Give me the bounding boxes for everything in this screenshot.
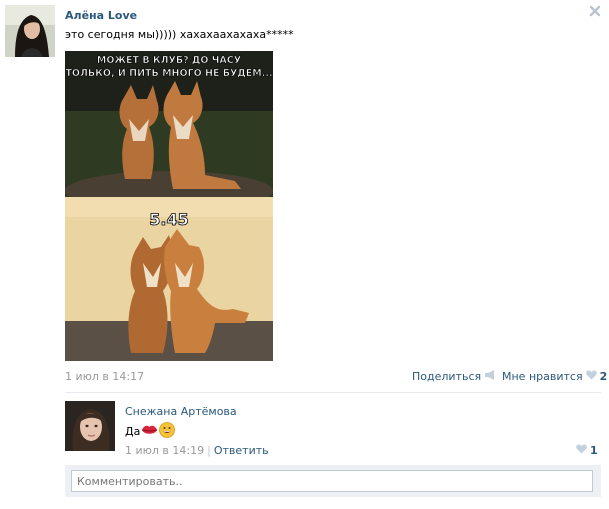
comment-text: Да [125, 422, 176, 441]
post-date[interactable]: 1 июл в 14:17 [65, 370, 144, 383]
comment-date[interactable]: 1 июл в 14:19 [125, 444, 204, 457]
divider [65, 392, 601, 393]
comment-author-avatar[interactable] [65, 401, 115, 451]
meme-top-caption-line2: ТОЛЬКО, И ПИТЬ МНОГО НЕ БУДЕМ... [65, 68, 272, 79]
comment-like-button[interactable]: 1 [576, 444, 598, 457]
comment-like-count: 1 [590, 444, 598, 457]
heart-icon [576, 444, 587, 457]
comment-meta: 1 июл в 14:19 | Ответить [125, 444, 269, 457]
like-label: Мне нравится [502, 370, 583, 383]
comment-meta-separator: | [207, 444, 211, 457]
meme-bottom-caption: 5.45 [149, 210, 188, 229]
close-icon[interactable] [588, 4, 602, 18]
post-text: это сегодня мы))))) хахахаахахаха***** [65, 28, 294, 41]
comment-input[interactable] [71, 470, 593, 492]
megaphone-icon [484, 370, 496, 383]
kiss-lips-icon [141, 423, 158, 440]
comment-text-label: Да [125, 425, 141, 438]
post-author-name[interactable]: Алёна Love [65, 9, 137, 22]
comment-box [65, 465, 601, 497]
grin-icon [159, 422, 176, 441]
like-count: 2 [599, 370, 608, 383]
share-label: Поделиться [412, 370, 482, 383]
reply-button[interactable]: Ответить [214, 444, 269, 457]
like-button[interactable]: Мне нравится 2 [502, 370, 607, 383]
share-button[interactable]: Поделиться [412, 370, 496, 383]
heart-icon [585, 370, 597, 383]
comment-author-name[interactable]: Снежана Артёмова [125, 405, 237, 418]
post-image[interactable]: МОЖЕТ В КЛУБ? ДО ЧАСУ ТОЛЬКО, И ПИТЬ МНО… [65, 51, 273, 361]
meme-top-caption-line1: МОЖЕТ В КЛУБ? ДО ЧАСУ [97, 55, 242, 66]
post-author-avatar[interactable] [5, 5, 55, 57]
